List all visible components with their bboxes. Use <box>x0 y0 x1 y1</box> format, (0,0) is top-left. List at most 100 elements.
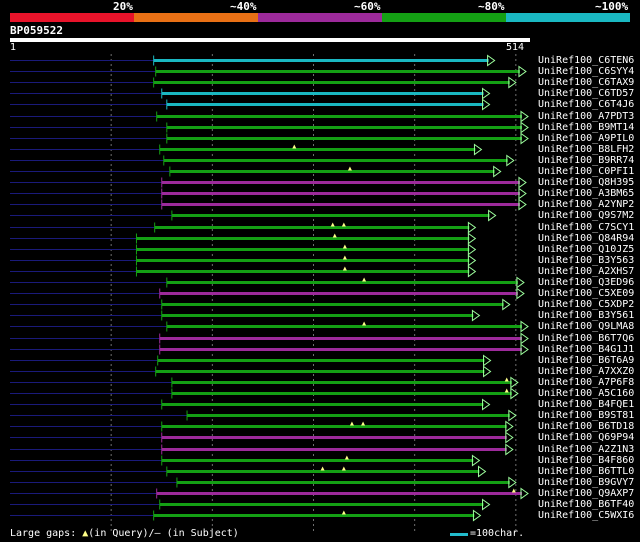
hit-bar[interactable] <box>161 192 520 195</box>
hit-bar[interactable] <box>171 214 490 217</box>
hit-label[interactable]: UniRef100_C6TEN6 <box>538 55 634 66</box>
hit-arrow-icon <box>520 132 529 145</box>
hit-label[interactable]: UniRef100_C5WXI6 <box>538 510 634 521</box>
hit-bar[interactable] <box>155 370 485 373</box>
hit-label[interactable]: UniRef100_Q8H395 <box>538 177 634 188</box>
hit-arrow-icon <box>520 320 529 333</box>
hit-bar[interactable] <box>166 126 523 129</box>
hit-bar[interactable] <box>171 392 512 395</box>
hit-label[interactable]: UniRef100_B6T7Q6 <box>538 333 634 344</box>
hit-label[interactable]: UniRef100_Q69P94 <box>538 432 634 443</box>
hit-bar[interactable] <box>166 103 484 106</box>
hit-label[interactable]: UniRef100_C6T4J6 <box>538 99 634 110</box>
hit-label[interactable]: UniRef100_B8LFH2 <box>538 144 634 155</box>
hit-label[interactable]: UniRef100_B6T6A9 <box>538 355 634 366</box>
hit-bar[interactable] <box>171 381 512 384</box>
hit-label[interactable]: UniRef100_B4F860 <box>538 455 634 466</box>
query-gap-marker-icon <box>342 266 347 271</box>
hit-arrow-icon <box>483 365 492 378</box>
hit-bar[interactable] <box>169 170 495 173</box>
hit-bar[interactable] <box>166 137 523 140</box>
hit-bar[interactable] <box>153 81 510 84</box>
hit-bar[interactable] <box>159 337 522 340</box>
hit-label[interactable]: UniRef100_Q9LMA8 <box>538 321 634 332</box>
hit-label[interactable]: UniRef100_B4FQE1 <box>538 399 634 410</box>
hit-bar[interactable] <box>163 159 508 162</box>
hit-bar[interactable] <box>156 115 522 118</box>
hit-label[interactable]: UniRef100_Q84R94 <box>538 233 634 244</box>
hit-bar[interactable] <box>153 514 475 517</box>
hit-bar[interactable] <box>157 359 485 362</box>
hit-label[interactable]: UniRef100_C5XE09 <box>538 288 634 299</box>
hit-label[interactable]: UniRef100_B6TF40 <box>538 499 634 510</box>
hit-bar[interactable] <box>159 292 518 295</box>
hit-bar[interactable] <box>136 259 470 262</box>
hit-label[interactable]: UniRef100_Q9AXP7 <box>538 488 634 499</box>
hit-bar[interactable] <box>161 314 474 317</box>
hit-label[interactable]: UniRef100_C5XDP2 <box>538 299 634 310</box>
hit-label[interactable]: UniRef100_B9RR74 <box>538 155 634 166</box>
hit-label[interactable]: UniRef100_A7PDT3 <box>538 111 634 122</box>
hit-label[interactable]: UniRef100_A9PIL0 <box>538 133 634 144</box>
hit-bar[interactable] <box>159 348 522 351</box>
hit-label[interactable]: UniRef100_A2Z1N3 <box>538 444 634 455</box>
hit-arrow-icon <box>482 498 491 511</box>
hit-label[interactable]: UniRef100_B9MT14 <box>538 122 634 133</box>
hit-bar[interactable] <box>161 436 507 439</box>
hit-bar[interactable] <box>161 203 520 206</box>
hit-label[interactable]: UniRef100_B3Y563 <box>538 255 634 266</box>
hit-label[interactable]: UniRef100_B9GVY7 <box>538 477 634 488</box>
hit-bar[interactable] <box>155 70 520 73</box>
hit-label[interactable]: UniRef100_A2YNP2 <box>538 199 634 210</box>
hit-arrow-icon <box>520 121 529 134</box>
hit-label[interactable]: UniRef100_A7P6F8 <box>538 377 634 388</box>
hit-label[interactable]: UniRef100_C6TD57 <box>538 88 634 99</box>
hit-label[interactable]: UniRef100_C7SCY1 <box>538 222 634 233</box>
hit-label[interactable]: UniRef100_C6SYY4 <box>538 66 634 77</box>
query-gap-marker-icon <box>504 388 509 393</box>
hit-label[interactable]: UniRef100_B6TD18 <box>538 421 634 432</box>
hit-label[interactable]: UniRef100_B3Y561 <box>538 310 634 321</box>
query-gap-text: (in Query)/ <box>88 528 155 539</box>
hit-bar[interactable] <box>166 325 523 328</box>
hit-bar[interactable] <box>159 148 476 151</box>
hit-arrow-icon <box>520 343 529 356</box>
hit-bar[interactable] <box>161 448 507 451</box>
hit-bar[interactable] <box>166 281 518 284</box>
hit-label[interactable]: UniRef100_B6TTL0 <box>538 466 634 477</box>
hit-bar[interactable] <box>136 248 470 251</box>
hit-label[interactable]: UniRef100_B4G1J1 <box>538 344 634 355</box>
hit-label[interactable]: UniRef100_Q3ED96 <box>538 277 634 288</box>
hit-bar[interactable] <box>161 303 504 306</box>
hit-bar[interactable] <box>153 59 489 62</box>
hit-bar[interactable] <box>161 92 484 95</box>
hit-bar[interactable] <box>161 403 484 406</box>
hit-bar[interactable] <box>176 481 510 484</box>
hit-bar[interactable] <box>161 425 507 428</box>
hit-bar[interactable] <box>161 181 520 184</box>
query-gap-marker-icon <box>332 233 337 238</box>
hit-bar[interactable] <box>161 459 474 462</box>
hit-label[interactable]: UniRef100_A3BM65 <box>538 188 634 199</box>
hit-bar[interactable] <box>136 237 470 240</box>
hit-label[interactable]: UniRef100_A7XXZ0 <box>538 366 634 377</box>
hit-bar[interactable] <box>156 492 522 495</box>
hit-arrow-icon <box>520 487 529 500</box>
hit-arrow-icon <box>482 398 491 411</box>
hit-label[interactable]: UniRef100_B9ST81 <box>538 410 634 421</box>
hit-bar[interactable] <box>136 270 470 273</box>
hit-label[interactable]: UniRef100_Q9S7M2 <box>538 210 634 221</box>
hit-label[interactable]: UniRef100_C6TAX9 <box>538 77 634 88</box>
hit-label[interactable]: UniRef100_A2XHS7 <box>538 266 634 277</box>
query-gap-marker-icon <box>292 144 297 149</box>
hit-arrow-icon <box>482 87 491 100</box>
hit-bar[interactable] <box>159 503 484 506</box>
hit-bar[interactable] <box>187 414 510 417</box>
hit-label[interactable]: UniRef100_Q10JZ5 <box>538 244 634 255</box>
hit-label[interactable]: UniRef100_C0PFI1 <box>538 166 634 177</box>
hit-label[interactable]: UniRef100_A5C160 <box>538 388 634 399</box>
hit-arrow-icon <box>508 76 517 89</box>
hit-bar[interactable] <box>154 226 470 229</box>
hit-arrow-icon <box>493 165 502 178</box>
hit-arrow-icon <box>467 232 477 245</box>
